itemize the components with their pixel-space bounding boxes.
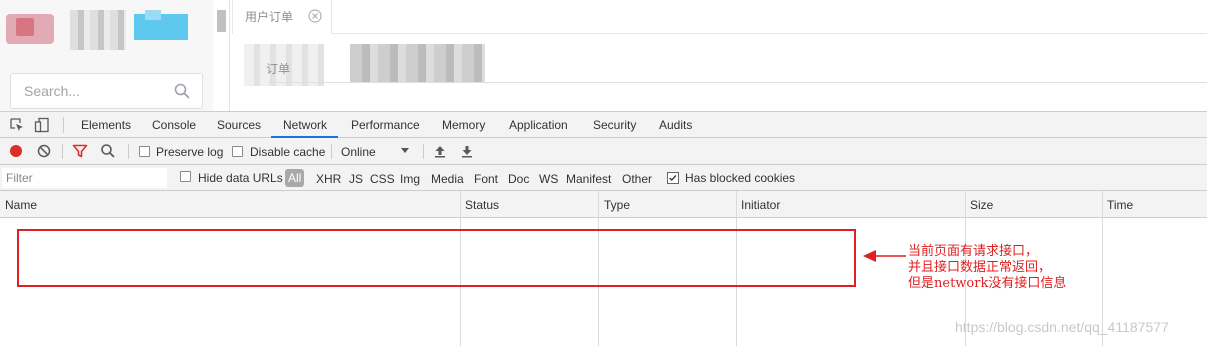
annotation-line: 但是network没有接口信息: [908, 276, 1067, 291]
disable-cache-label: Disable cache: [250, 145, 326, 159]
tab-sources[interactable]: Sources: [217, 118, 261, 132]
hide-data-urls-label: Hide data URLs: [198, 171, 283, 185]
filter-type-doc[interactable]: Doc: [508, 172, 529, 186]
column-name[interactable]: Name: [5, 198, 37, 212]
search-icon[interactable]: [174, 83, 190, 99]
import-har-icon[interactable]: [432, 143, 448, 159]
watermark: https://blog.csdn.net/qq_41187577: [955, 319, 1169, 335]
tab-memory[interactable]: Memory: [442, 118, 485, 132]
filter-type-manifest[interactable]: Manifest: [566, 172, 611, 186]
has-blocked-cookies-checkbox[interactable]: [667, 172, 679, 184]
search-icon[interactable]: [100, 143, 116, 159]
inspect-element-icon[interactable]: [9, 117, 25, 133]
network-toolbar: Preserve log Disable cache Online: [0, 138, 1207, 165]
logo-blurred-inner: [16, 18, 34, 36]
filter-type-font[interactable]: Font: [474, 172, 498, 186]
column-type[interactable]: Type: [604, 198, 630, 212]
filter-icon[interactable]: [72, 143, 88, 159]
export-har-icon[interactable]: [459, 143, 475, 159]
annotation-line: 并且接口数据正常返回，: [908, 260, 1052, 275]
column-initiator[interactable]: Initiator: [741, 198, 780, 212]
annotation-line: 当前页面有请求接口，: [908, 244, 1039, 259]
page-tab-label: 用户订单: [245, 10, 294, 24]
filter-input[interactable]: [2, 168, 167, 188]
table-header: Name Status Type Initiator Size Time: [0, 191, 1207, 218]
content-divider: [268, 82, 1207, 83]
filter-type-xhr[interactable]: XHR: [316, 172, 341, 186]
content-blurred-2: [350, 44, 485, 82]
preserve-log-label: Preserve log: [156, 145, 224, 159]
close-icon[interactable]: [308, 9, 322, 23]
filter-type-media[interactable]: Media: [431, 172, 464, 186]
brand-mark-blurred-2: [145, 10, 161, 20]
filter-type-all[interactable]: All: [285, 169, 305, 187]
divider: [331, 144, 332, 159]
filter-type-js[interactable]: JS: [349, 172, 363, 186]
devtools-tabbar: Elements Console Sources Network Perform…: [0, 112, 1207, 138]
tab-application[interactable]: Application: [509, 118, 568, 132]
device-toolbar-icon[interactable]: [34, 117, 50, 133]
filter-type-css[interactable]: CSS: [370, 172, 395, 186]
column-status[interactable]: Status: [465, 198, 499, 212]
annotation-note: 当前页面有请求接口， 并且接口数据正常返回， 但是network没有接口信息: [908, 244, 1066, 292]
tab-audits[interactable]: Audits: [659, 118, 692, 132]
web-app: 用户订单 订单: [0, 0, 1207, 111]
tab-elements[interactable]: Elements: [81, 118, 131, 132]
filter-type-ws[interactable]: WS: [539, 172, 558, 186]
column-size[interactable]: Size: [970, 198, 993, 212]
arrow-left-icon: [863, 250, 906, 262]
record-icon[interactable]: [8, 143, 24, 159]
column-time[interactable]: Time: [1107, 198, 1133, 212]
divider: [62, 144, 63, 159]
sidebar-scroll-thumb[interactable]: [217, 10, 226, 32]
checkmark-icon: [669, 175, 677, 182]
preserve-log-checkbox[interactable]: [139, 146, 150, 157]
brand-mark-blurred: [134, 14, 188, 40]
clear-icon[interactable]: [36, 143, 52, 159]
annotation-highlight-box: [17, 229, 856, 287]
divider: [423, 144, 424, 159]
filter-bar: Hide data URLs All XHR JS CSS Img Media …: [0, 165, 1207, 191]
page-tab-strip: [232, 0, 1207, 34]
tab-performance[interactable]: Performance: [351, 118, 420, 132]
has-blocked-cookies-label: Has blocked cookies: [685, 171, 796, 185]
chevron-down-icon[interactable]: [401, 148, 409, 153]
content-field-label: 订单: [266, 62, 291, 76]
tab-console[interactable]: Console: [152, 118, 196, 132]
disable-cache-checkbox[interactable]: [232, 146, 243, 157]
filter-type-img[interactable]: Img: [400, 172, 420, 186]
divider: [128, 144, 129, 159]
throttling-select[interactable]: Online: [341, 145, 376, 159]
sidebar: [0, 0, 213, 111]
tab-network[interactable]: Network: [283, 118, 327, 132]
hide-data-urls-checkbox[interactable]: [180, 171, 191, 182]
brand-text-blurred: [70, 10, 126, 50]
divider: [63, 117, 64, 133]
filter-type-other[interactable]: Other: [622, 172, 652, 186]
tab-security[interactable]: Security: [593, 118, 636, 132]
